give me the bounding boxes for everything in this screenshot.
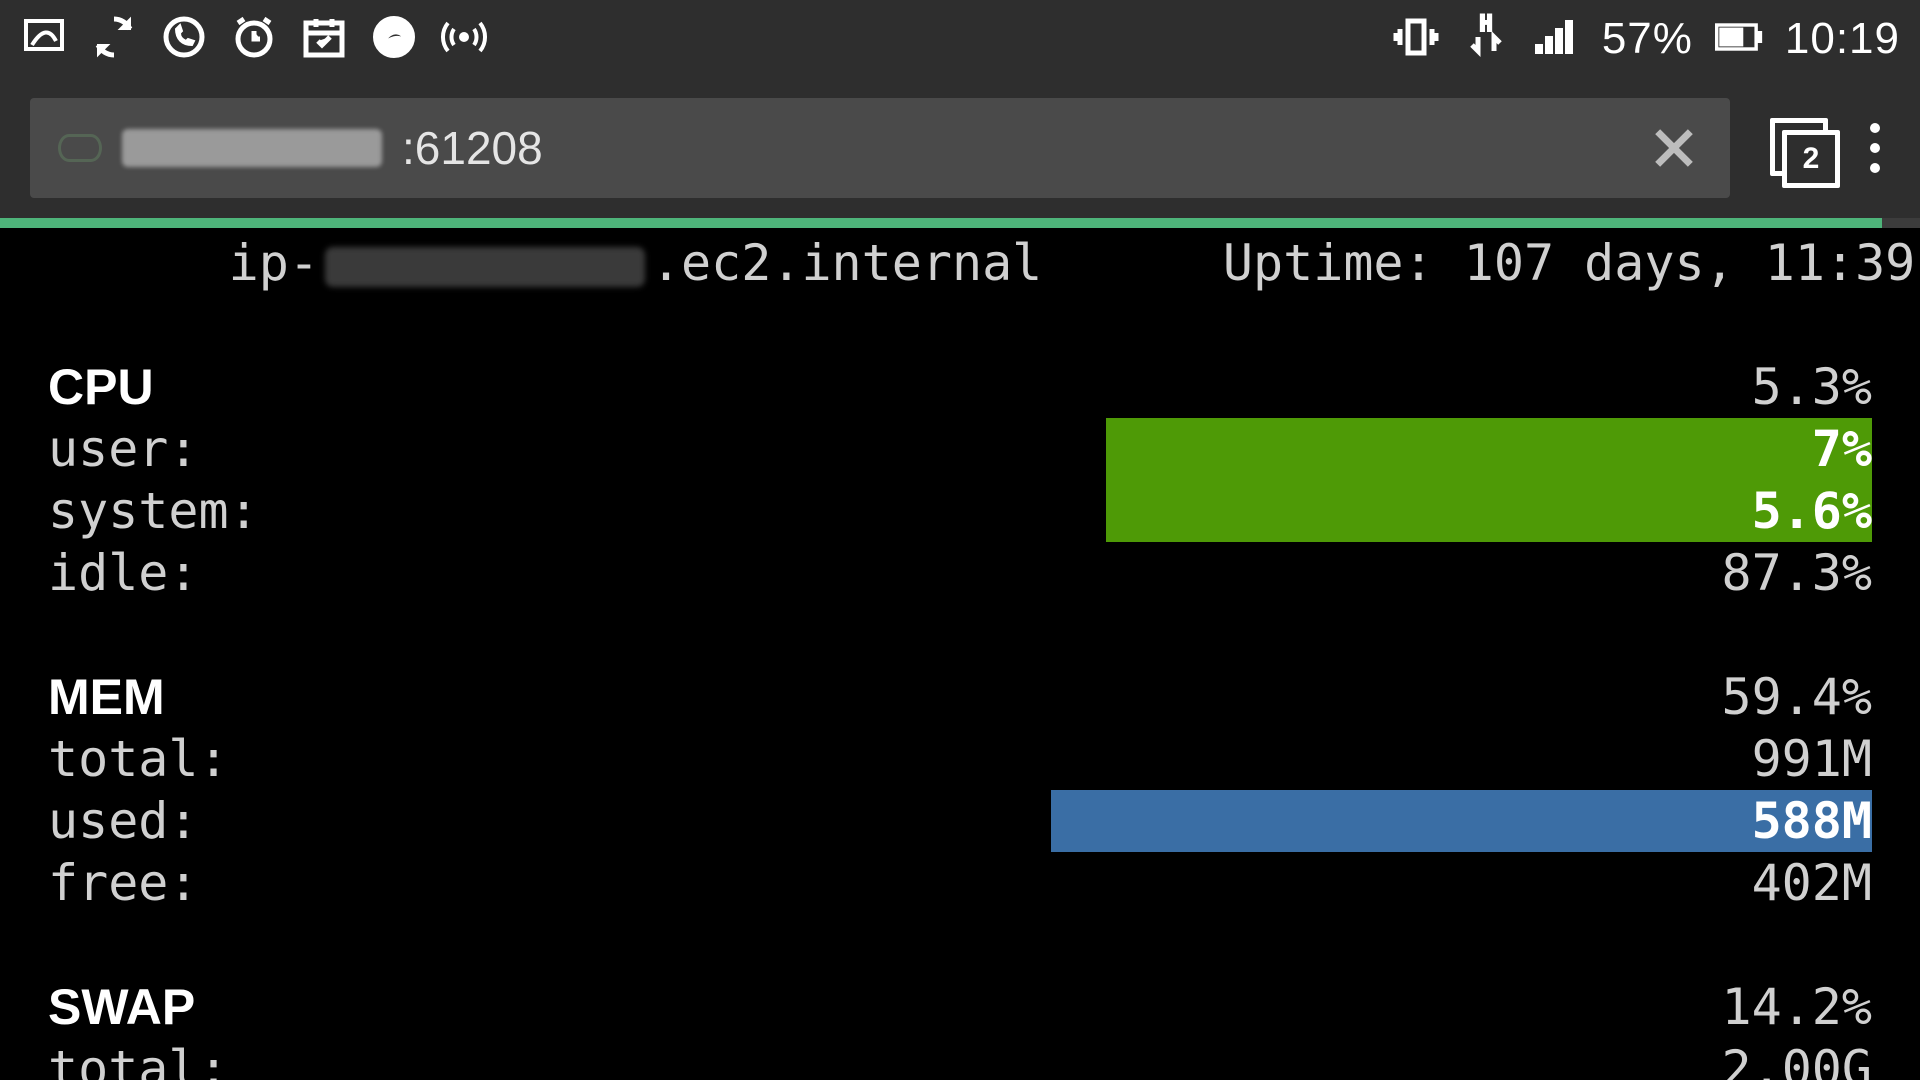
swap-total: 14.2%	[1721, 982, 1872, 1032]
svg-text:H: H	[1479, 13, 1492, 37]
calendar-icon	[300, 13, 348, 65]
signal-icon	[1532, 13, 1580, 65]
status-left-icons	[20, 13, 488, 65]
battery-icon	[1715, 13, 1763, 65]
hotspot-icon	[440, 13, 488, 65]
tab-count-label: 2	[1782, 130, 1840, 188]
cpu-label: system:	[48, 486, 259, 536]
swap-value: 2.00G	[1721, 1044, 1872, 1080]
url-text: :61208	[402, 121, 543, 175]
tabs-button[interactable]: 2	[1770, 118, 1830, 178]
overflow-menu-button[interactable]	[1870, 123, 1880, 173]
battery-percent: 57%	[1602, 14, 1693, 64]
mem-value: 588M	[1752, 796, 1872, 846]
cpu-row-idle: idle: 87.3%	[48, 542, 1872, 604]
mem-value: 402M	[1752, 858, 1872, 908]
cpu-total: 5.3%	[1752, 362, 1872, 412]
cpu-title: CPU	[48, 362, 154, 412]
status-right-icons: H 57% 10:19	[1392, 13, 1900, 65]
vibrate-icon	[1392, 13, 1440, 65]
leaf-icon	[20, 13, 68, 65]
mem-row-used: 588M used:	[48, 790, 1872, 852]
sync-icon	[90, 13, 138, 65]
cpu-header-row: CPU 5.3%	[48, 356, 1872, 418]
mem-total: 59.4%	[1721, 672, 1872, 722]
alarm-icon	[230, 13, 278, 65]
hostname-redacted	[325, 247, 645, 287]
glances-page: ip-.ec2.internal Uptime: 107 days, 11:39…	[0, 232, 1920, 1080]
android-status-bar: H 57% 10:19	[0, 0, 1920, 78]
airtel-icon	[370, 13, 418, 65]
mem-title: MEM	[48, 672, 165, 722]
url-redacted-host	[122, 129, 382, 167]
swap-header-row: SWAP 14.2%	[48, 976, 1872, 1038]
stop-loading-button[interactable]	[1646, 120, 1702, 176]
clock: 10:19	[1785, 14, 1900, 64]
whatsapp-icon	[160, 13, 208, 65]
mem-label: used:	[48, 796, 199, 846]
mem-label: total:	[48, 734, 229, 784]
uptime: Uptime: 107 days, 11:39:09	[1042, 188, 1920, 338]
cpu-bar: 5.6%	[1106, 480, 1872, 542]
site-identity-icon	[58, 134, 102, 162]
cpu-label: user:	[48, 424, 199, 474]
cpu-label: idle:	[48, 548, 199, 598]
hostname: ip-.ec2.internal	[48, 188, 1042, 338]
cpu-value: 87.3%	[1721, 548, 1872, 598]
host-uptime-row: ip-.ec2.internal Uptime: 107 days, 11:39…	[48, 232, 1872, 294]
cpu-row-user: 7% user:	[48, 418, 1872, 480]
mem-row-free: free: 402M	[48, 852, 1872, 914]
swap-row-total: total: 2.00G	[48, 1038, 1872, 1080]
cpu-value: 7%	[1812, 424, 1872, 474]
mobile-data-icon: H	[1462, 13, 1510, 65]
swap-label: total:	[48, 1044, 229, 1080]
cpu-row-system: 5.6% system:	[48, 480, 1872, 542]
mem-label: free:	[48, 858, 199, 908]
swap-title: SWAP	[48, 982, 195, 1032]
cpu-bar: 7%	[1106, 418, 1872, 480]
url-bar[interactable]: :61208	[30, 98, 1730, 198]
mem-bar: 588M	[1051, 790, 1872, 852]
mem-value: 991M	[1752, 734, 1872, 784]
mem-row-total: total: 991M	[48, 728, 1872, 790]
cpu-value: 5.6%	[1752, 486, 1872, 536]
mem-header-row: MEM 59.4%	[48, 666, 1872, 728]
